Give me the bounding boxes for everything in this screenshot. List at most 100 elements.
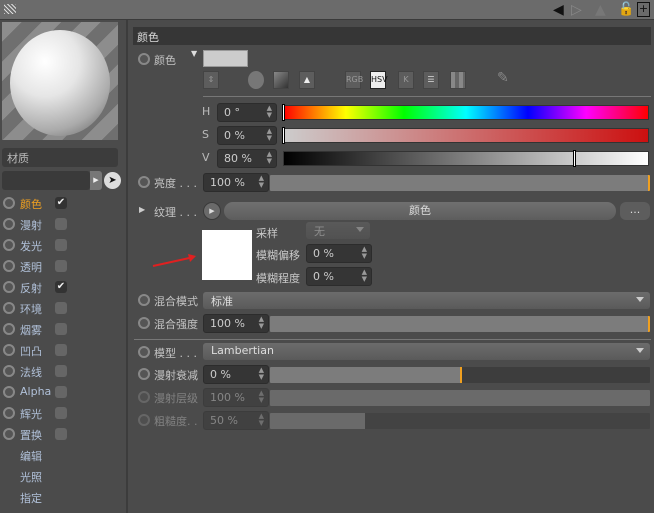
channel-item[interactable]: 置换 xyxy=(0,424,128,444)
mix-mode-dropdown[interactable]: 标准 xyxy=(203,292,650,309)
brightness-slider[interactable] xyxy=(270,175,650,191)
blur-scale-field[interactable]: 0 % ▲ ▼ xyxy=(306,267,372,286)
spinner-icon[interactable]: ▲ ▼ xyxy=(267,105,272,119)
material-link-field[interactable] xyxy=(2,171,90,190)
spinner-icon[interactable]: ▲ ▼ xyxy=(362,246,367,260)
channel-item[interactable]: 指定 xyxy=(0,487,128,507)
animate-radio[interactable] xyxy=(3,239,15,251)
model-dropdown[interactable]: Lambertian xyxy=(203,343,650,360)
hue-slider[interactable] xyxy=(282,104,649,121)
channel-item[interactable]: 透明 xyxy=(0,256,128,276)
value-marker[interactable] xyxy=(573,150,577,167)
animate-radio[interactable] xyxy=(138,368,150,380)
channel-item[interactable]: 法线 xyxy=(0,361,128,381)
rgb-mode-button[interactable]: RGB xyxy=(345,71,363,89)
texture-button[interactable]: 颜色 xyxy=(224,202,616,220)
more-button[interactable]: ... xyxy=(620,202,650,220)
arrow-left-icon[interactable]: ◀ xyxy=(553,2,564,18)
channel-item[interactable]: Alpha xyxy=(0,382,128,402)
channel-checkbox[interactable]: ✔ xyxy=(55,281,67,293)
blur-offset-field[interactable]: 0 % ▲ ▼ xyxy=(306,244,372,263)
mixer-icon[interactable]: ☰ xyxy=(423,71,439,89)
grip-icon[interactable] xyxy=(4,4,16,14)
animate-radio[interactable] xyxy=(3,386,15,398)
color-wheel-icon[interactable] xyxy=(248,71,264,89)
animate-radio[interactable] xyxy=(3,428,15,440)
channel-checkbox[interactable] xyxy=(55,218,67,230)
channel-checkbox[interactable] xyxy=(55,428,67,440)
channel-label[interactable]: 颜色 xyxy=(20,196,42,212)
animate-radio[interactable] xyxy=(3,260,15,272)
arrow-right-icon[interactable]: ▷ xyxy=(571,2,582,18)
kelvin-mode-button[interactable]: K xyxy=(398,71,414,89)
hsv-mode-button[interactable]: HSV xyxy=(370,71,388,89)
channel-checkbox[interactable] xyxy=(55,323,67,335)
animate-radio[interactable] xyxy=(138,346,150,358)
animate-radio[interactable] xyxy=(3,302,15,314)
channel-label[interactable]: 置换 xyxy=(20,427,42,443)
channel-item[interactable]: 漫射 xyxy=(0,214,128,234)
animate-radio[interactable] xyxy=(3,407,15,419)
channel-label[interactable]: Alpha xyxy=(20,385,51,398)
channel-checkbox[interactable] xyxy=(55,344,67,356)
animate-radio[interactable] xyxy=(138,53,150,65)
image-icon[interactable]: ▲ xyxy=(299,71,315,89)
mix-strength-slider[interactable] xyxy=(270,316,650,332)
channel-label[interactable]: 漫射 xyxy=(20,217,42,233)
v-field[interactable]: 80 % ▲ ▼ xyxy=(217,149,277,168)
spectrum-toggle-icon[interactable]: ⇕ xyxy=(203,71,219,89)
expand-arrow-icon[interactable]: ▼ xyxy=(191,49,197,58)
hue-marker[interactable] xyxy=(282,104,285,121)
slider-marker[interactable] xyxy=(460,367,462,383)
channel-checkbox[interactable] xyxy=(55,302,67,314)
color-swatch[interactable] xyxy=(203,50,248,67)
brightness-field[interactable]: 100 % ▲ ▼ xyxy=(203,173,269,192)
eyedropper-icon[interactable]: ✎ xyxy=(497,70,509,86)
lock-icon[interactable]: 🔓 xyxy=(618,2,634,17)
animate-radio[interactable] xyxy=(3,218,15,230)
channel-checkbox[interactable] xyxy=(55,386,67,398)
arrow-up-icon[interactable]: ▲ xyxy=(595,2,606,18)
channel-label[interactable]: 环境 xyxy=(20,301,42,317)
expand-arrow-icon[interactable]: ▶ xyxy=(139,205,145,214)
pick-cursor-icon[interactable]: ➤ xyxy=(104,172,121,189)
channel-label[interactable]: 反射 xyxy=(20,280,42,296)
swatches-icon[interactable] xyxy=(450,71,466,89)
material-link-arrow[interactable]: ▶ xyxy=(90,171,102,190)
channel-item[interactable]: 烟雾 xyxy=(0,319,128,339)
channel-label[interactable]: 辉光 xyxy=(20,406,42,422)
channel-label[interactable]: 发光 xyxy=(20,238,42,254)
channel-label[interactable]: 凹凸 xyxy=(20,343,42,359)
spinner-icon[interactable]: ▲ ▼ xyxy=(259,316,264,330)
animate-radio[interactable] xyxy=(3,281,15,293)
channel-label[interactable]: 编辑 xyxy=(20,448,42,464)
new-panel-icon[interactable]: + xyxy=(637,2,650,17)
diffuse-falloff-field[interactable]: 0 % ▲ ▼ xyxy=(203,365,269,384)
saturation-marker[interactable] xyxy=(282,127,285,144)
saturation-slider[interactable] xyxy=(282,127,649,144)
s-field[interactable]: 0 % ▲ ▼ xyxy=(217,126,277,145)
channel-item[interactable]: 反射 ✔ xyxy=(0,277,128,297)
spinner-icon[interactable]: ▲ ▼ xyxy=(259,367,264,381)
channel-label[interactable]: 光照 xyxy=(20,469,42,485)
diffuse-level-slider[interactable] xyxy=(270,390,650,406)
channel-item[interactable]: 环境 xyxy=(0,298,128,318)
diffuse-level-field[interactable]: 100 % ▲ ▼ xyxy=(203,388,269,407)
animate-radio[interactable] xyxy=(138,294,150,306)
channel-checkbox[interactable]: ✔ xyxy=(55,197,67,209)
channel-label[interactable]: 烟雾 xyxy=(20,322,42,338)
channel-checkbox[interactable] xyxy=(55,365,67,377)
animate-radio[interactable] xyxy=(3,197,15,209)
sampling-dropdown[interactable]: 无 xyxy=(306,222,370,239)
channel-label[interactable]: 法线 xyxy=(20,364,42,380)
diffuse-falloff-slider[interactable] xyxy=(270,367,650,383)
channel-item[interactable]: 辉光 xyxy=(0,403,128,423)
value-slider[interactable] xyxy=(283,150,649,167)
spinner-icon[interactable]: ▲ ▼ xyxy=(362,269,367,283)
channel-item[interactable]: 编辑 xyxy=(0,445,128,465)
channel-label[interactable]: 透明 xyxy=(20,259,42,275)
animate-radio[interactable] xyxy=(138,414,150,426)
channel-item[interactable]: 颜色 ✔ xyxy=(0,193,128,213)
spinner-icon[interactable]: ▲ ▼ xyxy=(267,128,272,142)
channel-item[interactable]: 光照 xyxy=(0,466,128,486)
